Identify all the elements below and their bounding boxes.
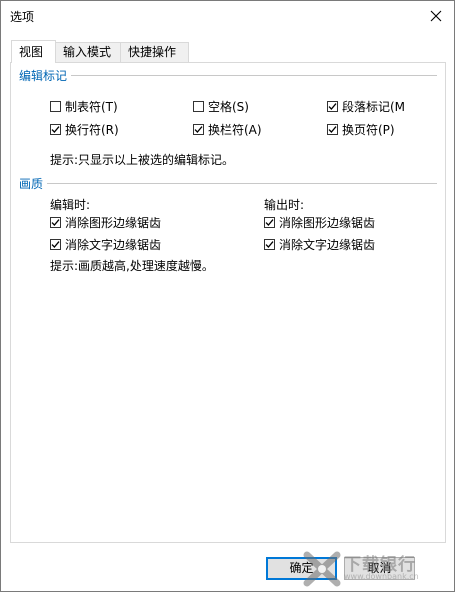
checkbox-paragraph-mark[interactable]: 段落标记(M — [327, 98, 405, 115]
edit-marks-title: 编辑标记 — [19, 67, 72, 84]
checkbox-edit-antialias-text[interactable]: 消除文字边缘锯齿 — [50, 236, 161, 253]
checkbox-edit-antialias-graphics[interactable]: 消除图形边缘锯齿 — [50, 214, 161, 231]
close-button[interactable] — [418, 1, 454, 31]
tab-view[interactable]: 视图 — [11, 40, 56, 63]
checkbox-column-break[interactable]: 换栏符(A) — [193, 121, 262, 138]
watermark: 下载银行 www.downbank.cn — [301, 549, 451, 589]
checkbox-label: 空格(S) — [208, 100, 249, 114]
checkbox-box — [50, 124, 61, 135]
checkbox-box — [327, 124, 338, 135]
quality-title: 画质 — [19, 175, 48, 192]
checkbox-box — [193, 101, 204, 112]
checkbox-tab-char[interactable]: 制表符(T) — [50, 98, 118, 115]
checkmark-icon — [51, 126, 60, 133]
checkbox-label: 消除文字边缘锯齿 — [65, 238, 162, 252]
tab-input-mode[interactable]: 输入模式 — [55, 42, 121, 62]
checkbox-label: 消除图形边缘锯齿 — [65, 216, 162, 230]
title-bar: 选项 — [1, 1, 454, 31]
checkbox-label: 段落标记(M — [342, 100, 406, 114]
checkbox-label: 换行符(R) — [65, 123, 119, 137]
checkbox-label: 换栏符(A) — [208, 123, 262, 137]
quality-hint: 提示:画质越高,处理速度越慢。 — [50, 259, 214, 273]
checkbox-box — [264, 217, 275, 228]
checkbox-box — [50, 101, 61, 112]
output-heading: 输出时: — [264, 198, 305, 212]
checkbox-box — [327, 101, 338, 112]
checkbox-space[interactable]: 空格(S) — [193, 98, 249, 115]
checkmark-icon — [328, 126, 337, 133]
tab-panel-view: 编辑标记 制表符(T) 空格(S) 段落标记(M 换行符(R) 换栏符(A) 换… — [10, 62, 446, 543]
tab-shortcuts[interactable]: 快捷操作 — [120, 42, 189, 62]
checkbox-line-break[interactable]: 换行符(R) — [50, 121, 119, 138]
options-dialog: 选项 视图 输入模式 快捷操作 编辑标记 制表符(T) 空格(S) 段落标记(M… — [0, 0, 455, 592]
checkbox-page-break[interactable]: 换页符(P) — [327, 121, 395, 138]
watermark-url: www.downbank.cn — [344, 572, 419, 581]
checkmark-icon — [265, 241, 274, 248]
quality-divider — [19, 183, 437, 184]
watermark-logo-icon — [303, 551, 341, 587]
tab-view-label: 视图 — [19, 45, 44, 59]
checkbox-box — [50, 239, 61, 250]
checkmark-icon — [51, 219, 60, 226]
edit-marks-divider — [19, 75, 437, 76]
edit-marks-hint: 提示:只显示以上被选的编辑标记。 — [50, 153, 235, 167]
checkbox-label: 换页符(P) — [342, 123, 395, 137]
checkbox-box — [193, 124, 204, 135]
checkmark-icon — [328, 103, 337, 110]
tab-shortcuts-label: 快捷操作 — [128, 45, 177, 59]
window-title: 选项 — [10, 10, 35, 24]
checkbox-box — [264, 239, 275, 250]
close-icon — [430, 10, 442, 22]
checkmark-icon — [51, 241, 60, 248]
tab-input-mode-label: 输入模式 — [63, 45, 112, 59]
checkmark-icon — [265, 219, 274, 226]
checkmark-icon — [194, 126, 203, 133]
checkbox-label: 消除图形边缘锯齿 — [279, 216, 376, 230]
editing-heading: 编辑时: — [50, 198, 91, 212]
checkbox-box — [50, 217, 61, 228]
checkbox-label: 消除文字边缘锯齿 — [279, 238, 376, 252]
checkbox-label: 制表符(T) — [65, 100, 118, 114]
checkbox-output-antialias-text[interactable]: 消除文字边缘锯齿 — [264, 236, 375, 253]
checkbox-output-antialias-graphics[interactable]: 消除图形边缘锯齿 — [264, 214, 375, 231]
